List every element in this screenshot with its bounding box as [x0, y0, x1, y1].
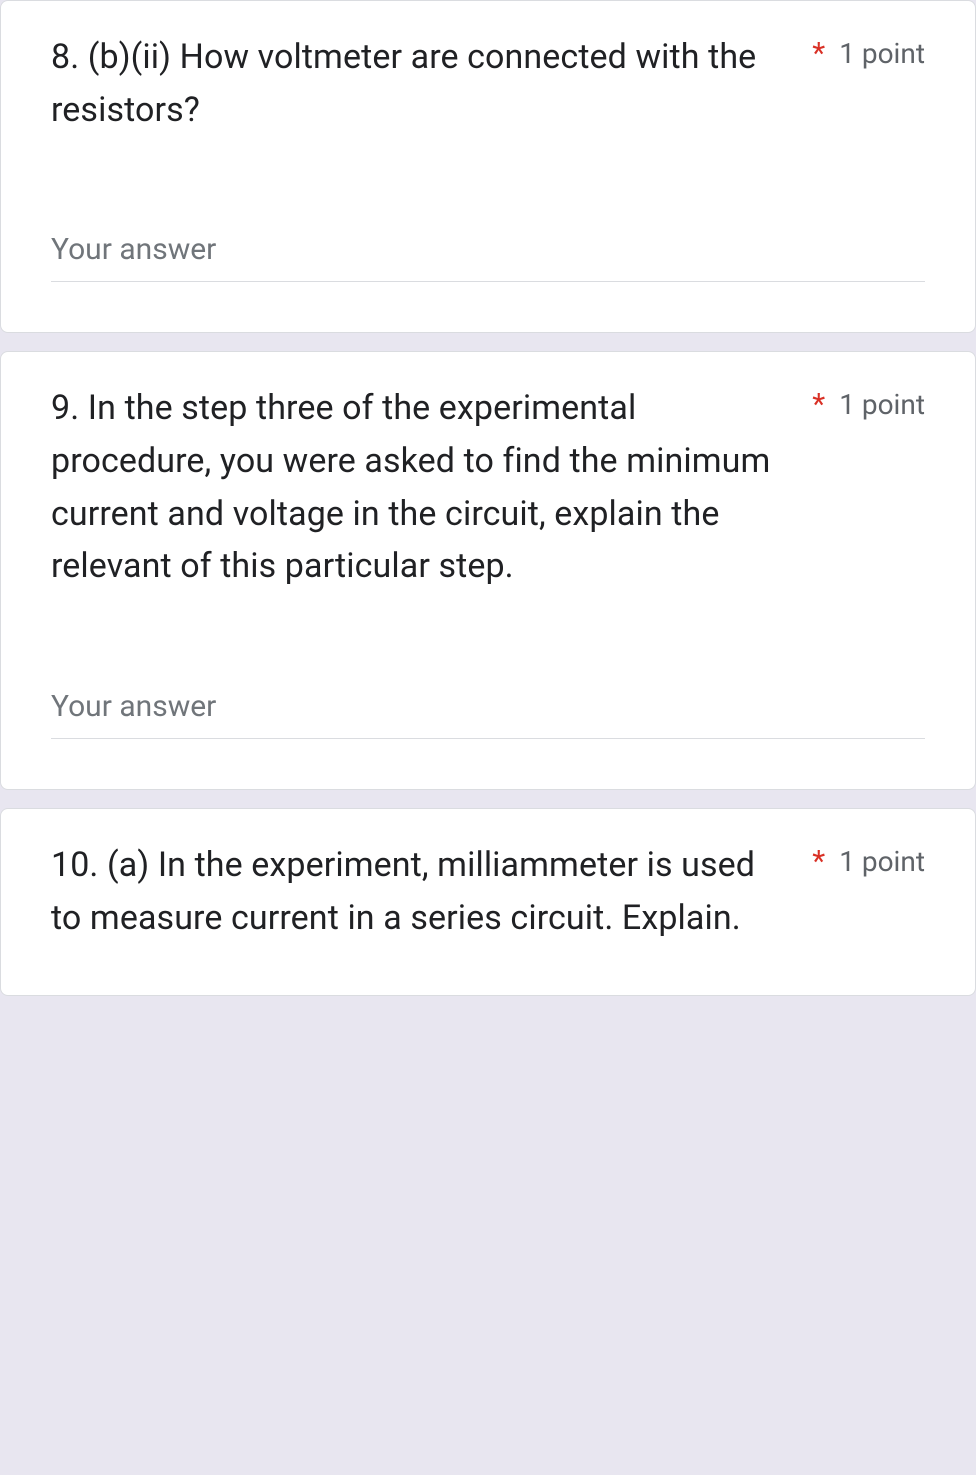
question-card-10: 10. (a) In the experiment, milliammeter … — [0, 808, 976, 995]
points-label: 1 point — [839, 845, 925, 878]
required-star-icon: * — [812, 847, 825, 877]
answer-area — [51, 226, 925, 282]
points-label: 1 point — [839, 388, 925, 421]
question-title: 9. In the step three of the experimental… — [51, 382, 782, 593]
answer-input[interactable] — [51, 226, 925, 282]
points-wrap: * 1 point — [812, 382, 925, 421]
answer-area — [51, 683, 925, 739]
question-header: 10. (a) In the experiment, milliammeter … — [51, 839, 925, 944]
points-wrap: * 1 point — [812, 839, 925, 878]
required-star-icon: * — [812, 39, 825, 69]
points-label: 1 point — [839, 37, 925, 70]
question-title: 8. (b)(ii) How voltmeter are connected w… — [51, 31, 782, 136]
points-wrap: * 1 point — [812, 31, 925, 70]
question-header: 9. In the step three of the experimental… — [51, 382, 925, 593]
required-star-icon: * — [812, 390, 825, 420]
question-header: 8. (b)(ii) How voltmeter are connected w… — [51, 31, 925, 136]
question-title: 10. (a) In the experiment, milliammeter … — [51, 839, 782, 944]
answer-input[interactable] — [51, 683, 925, 739]
question-card-9: 9. In the step three of the experimental… — [0, 351, 976, 790]
question-card-8: 8. (b)(ii) How voltmeter are connected w… — [0, 0, 976, 333]
